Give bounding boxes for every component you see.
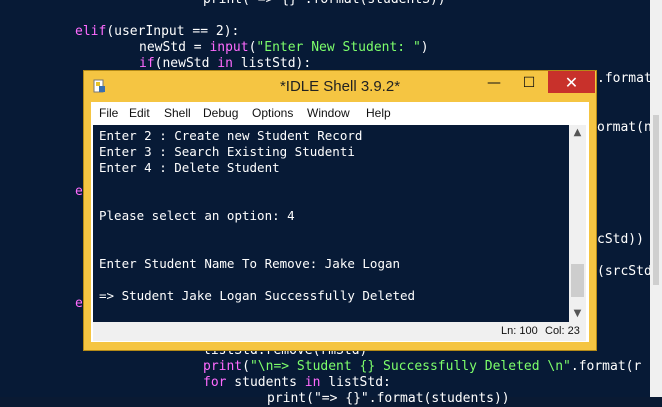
code-token: print("=> {}".format(students)): [267, 391, 510, 406]
code-token: elif: [75, 24, 107, 39]
code-line: elif(userInput == 2):: [75, 24, 239, 40]
code-token: in: [217, 56, 233, 71]
code-token: print: [203, 359, 243, 374]
code-line: print("=> {}".format(studentS)): [203, 0, 446, 8]
shell-scrollbar[interactable]: ▲ ▼: [569, 125, 586, 322]
code-token: e: [75, 184, 83, 199]
code-line: for students in listStd:: [203, 375, 391, 391]
code-token: (srcStd: [597, 264, 652, 279]
shell-client-area: Enter 2 : Create new Student Record Ente…: [91, 124, 589, 342]
code-line: e: [75, 184, 83, 200]
code-token: students: [226, 375, 305, 390]
code-token: cStd)): [597, 232, 644, 247]
code-token: print("=> {}".format(studentS)): [203, 0, 446, 7]
code-token: e: [75, 296, 83, 311]
maximize-button[interactable]: ☐: [514, 71, 544, 95]
menu-options[interactable]: Options: [252, 102, 293, 124]
line-number: Ln: 100: [501, 325, 538, 337]
menu-edit[interactable]: Edit: [129, 102, 150, 124]
shell-scrollbar-thumb[interactable]: [571, 264, 584, 297]
code-token: in: [304, 375, 321, 390]
menu-option-delete: Enter 4 : Delete Student: [99, 160, 280, 175]
editor-scrollbar[interactable]: [650, 0, 662, 397]
scroll-up-icon[interactable]: ▲: [569, 125, 586, 141]
idle-shell-window: *IDLE Shell 3.9.2* — ☐ ✕ File Edit Shell…: [84, 71, 596, 350]
menu-file[interactable]: File: [99, 102, 118, 124]
menu-option-create: Enter 2 : Create new Student Record: [99, 128, 363, 143]
code-token: listStd:: [320, 375, 391, 390]
code-line: if(newStd in listStd):: [139, 56, 311, 72]
status-bar: Ln: 100 Col: 23: [93, 322, 586, 341]
remove-prompt: Enter Student Name To Remove: Jake Logan: [99, 256, 401, 271]
code-line: (srcStd: [597, 264, 652, 280]
code-token: "Enter New Student: ": [256, 40, 421, 55]
shell-output-text[interactable]: Enter 2 : Create new Student Record Ente…: [93, 125, 569, 322]
code-line: print("=> {}".format(students)): [267, 391, 510, 407]
code-line: ormat(n: [597, 120, 652, 136]
code-line: .format: [597, 71, 652, 87]
scroll-down-icon[interactable]: ▼: [569, 306, 586, 322]
menu-debug[interactable]: Debug: [203, 102, 238, 124]
code-line: newStd = input("Enter New Student: "): [139, 40, 429, 56]
code-token: listStd):: [232, 56, 312, 71]
delete-result: => Student Jake Logan Successfully Delet…: [99, 288, 416, 303]
code-token: (: [242, 359, 250, 374]
close-button[interactable]: ✕: [548, 71, 595, 93]
code-token: ): [420, 40, 429, 55]
code-line: e: [75, 296, 83, 312]
menu-shell[interactable]: Shell: [164, 102, 191, 124]
code-token: for: [203, 375, 227, 390]
code-token: if: [139, 56, 155, 71]
code-token: input: [209, 40, 249, 55]
code-token: newStd =: [139, 40, 210, 55]
option-prompt: Please select an option: 4: [99, 208, 295, 223]
column-number: Col: 23: [545, 325, 580, 337]
title-bar[interactable]: *IDLE Shell 3.9.2* — ☐ ✕: [84, 71, 596, 102]
menu-help[interactable]: Help: [366, 102, 391, 124]
editor-scrollbar-thumb[interactable]: [653, 115, 659, 285]
menu-bar: File Edit Shell Debug Options Window Hel…: [91, 102, 589, 124]
menu-option-search: Enter 3 : Search Existing Studenti: [99, 144, 355, 159]
minimize-button[interactable]: —: [479, 71, 509, 95]
code-token: .format(r: [570, 359, 642, 374]
code-token: "\n=> Student {} Successfully Deleted \n…: [249, 359, 571, 374]
code-token: (newStd: [154, 56, 218, 71]
code-line: cStd)): [597, 232, 644, 248]
menu-window[interactable]: Window: [307, 102, 350, 124]
code-token: (userInput == 2):: [106, 24, 240, 39]
code-token: ormat(n: [597, 120, 652, 135]
code-line: print("\n=> Student {} Successfully Dele…: [203, 359, 641, 375]
code-token: .format: [597, 71, 652, 86]
